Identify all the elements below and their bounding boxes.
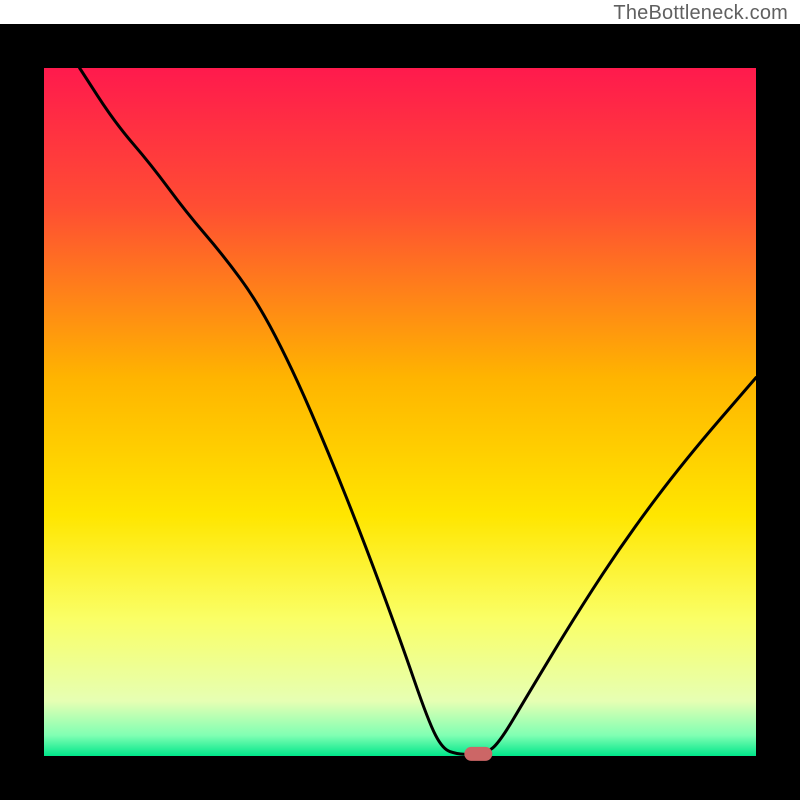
chart-svg	[0, 0, 800, 800]
bottleneck-chart: TheBottleneck.com	[0, 0, 800, 800]
watermark-text: TheBottleneck.com	[613, 2, 788, 25]
optimum-marker	[464, 747, 492, 761]
